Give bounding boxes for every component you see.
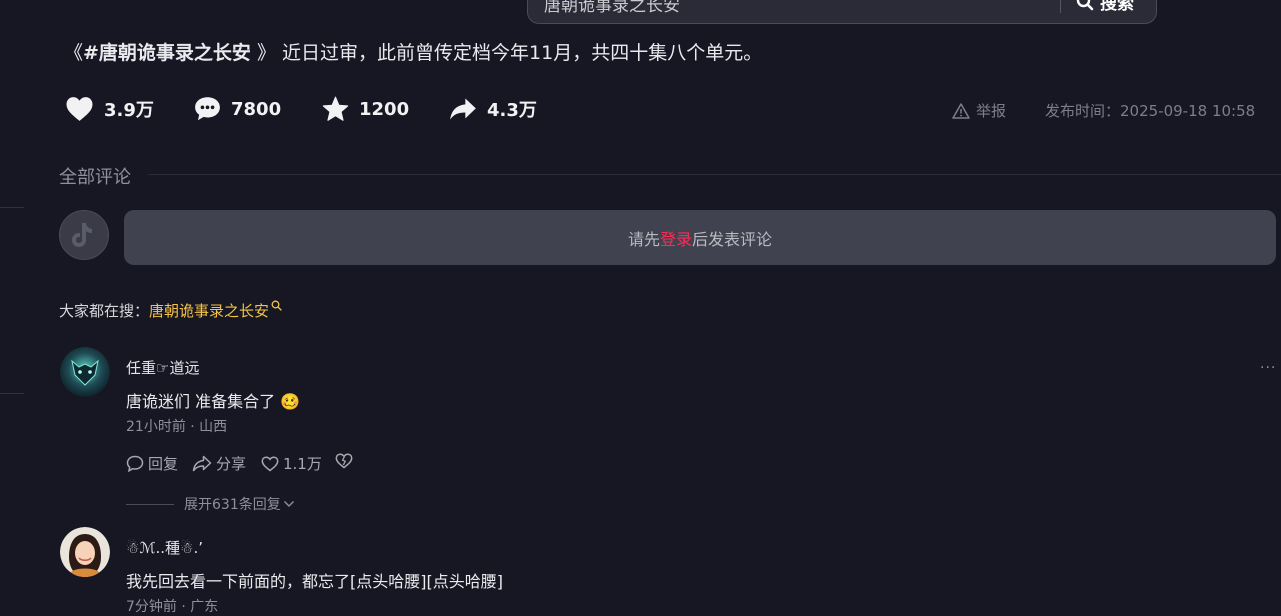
dislike-button[interactable]	[335, 453, 353, 469]
favorite-count: 1200	[359, 98, 410, 120]
share-arrow-icon	[192, 455, 212, 472]
comment-meta: 21小时前 · 山西	[126, 419, 228, 435]
trending-search: 大家都在搜： 唐朝诡事录之长安	[59, 300, 282, 321]
expand-replies-button[interactable]: 展开631条回复	[126, 494, 295, 514]
report-label: 举报	[976, 102, 1007, 120]
wolf-avatar-image	[60, 347, 110, 397]
comment-input[interactable]: 请先 登录 后发表评论	[124, 210, 1276, 265]
like-icon	[261, 455, 279, 471]
search-small-icon	[271, 300, 282, 311]
like-count: 3.9万	[104, 100, 154, 121]
like-button[interactable]: 3.9万	[65, 96, 154, 122]
title-open-bracket: 《	[64, 42, 84, 64]
warning-icon	[952, 102, 970, 119]
reply-icon	[126, 455, 144, 472]
comment-like-count: 1.1万	[283, 455, 322, 473]
star-icon	[322, 96, 349, 121]
video-title: 《#唐朝诡事录之长安 》 近日过审，此前曾传定档今年11月，共四十集八个单元。	[64, 38, 762, 65]
comment-text: 我先回去看一下前面的，都忘了[点头哈腰][点头哈腰]	[126, 572, 503, 591]
title-hashtag-link[interactable]: #唐朝诡事录之长安	[83, 42, 251, 64]
title-close-bracket: 》	[250, 42, 276, 64]
publish-time: 发布时间：2025-09-18 10:58	[1045, 102, 1256, 120]
chevron-down-icon	[283, 501, 294, 507]
login-link[interactable]: 登录	[660, 226, 692, 250]
left-edge-divider	[0, 207, 24, 208]
left-edge-divider	[0, 393, 24, 394]
user-avatar-placeholder	[59, 210, 109, 260]
comment-icon	[195, 97, 220, 121]
search-bar: 唐朝诡事录之长安 搜索	[527, 0, 1157, 24]
comments-header: 全部评论	[59, 167, 131, 188]
report-button[interactable]: 举报	[952, 100, 1006, 121]
comment-count: 7800	[231, 98, 282, 120]
expand-dash	[126, 503, 174, 505]
comment-input-suffix: 后发表评论	[692, 229, 773, 249]
more-icon[interactable]: ···	[1260, 360, 1276, 376]
expand-replies-label: 展开631条回复	[184, 497, 281, 513]
share-count: 4.3万	[487, 100, 537, 121]
comment-avatar[interactable]	[60, 347, 110, 397]
search-divider	[1060, 0, 1061, 13]
comments-header-divider	[148, 174, 1281, 175]
comment-input-prefix: 请先	[627, 229, 660, 249]
heart-icon	[66, 97, 93, 121]
dislike-icon	[335, 453, 353, 469]
share-icon	[450, 98, 476, 120]
search-button-label: 搜索	[1100, 0, 1134, 14]
girl-avatar-image	[60, 527, 110, 577]
comment-meta: 7分钟前 · 广东	[126, 599, 219, 615]
share-comment-label: 分享	[216, 455, 247, 473]
search-button[interactable]: 搜索	[1076, 0, 1134, 14]
search-icon	[1076, 0, 1094, 10]
favorite-button[interactable]: 1200	[322, 96, 409, 122]
trending-label: 大家都在搜：	[59, 302, 150, 320]
comment-button[interactable]: 7800	[194, 96, 281, 122]
tiktok-logo-icon	[72, 223, 92, 247]
trending-keyword-link[interactable]: 唐朝诡事录之长安	[149, 300, 269, 321]
comment-like-button[interactable]: 1.1万	[261, 453, 322, 474]
reply-button[interactable]: 回复	[126, 453, 178, 474]
comment-text: 唐诡迷们 准备集合了 🥴	[126, 392, 301, 411]
share-comment-button[interactable]: 分享	[192, 453, 246, 474]
reply-label: 回复	[148, 455, 179, 473]
search-input[interactable]: 唐朝诡事录之长安	[544, 0, 680, 16]
comment-username[interactable]: 任重☞道远	[126, 357, 199, 378]
comment-username[interactable]: ☃ℳ..種☃.՚	[126, 537, 203, 558]
title-text: 近日过审，此前曾传定档今年11月，共四十集八个单元。	[275, 42, 763, 64]
share-button[interactable]: 4.3万	[449, 96, 537, 122]
comment-avatar[interactable]	[60, 527, 110, 577]
